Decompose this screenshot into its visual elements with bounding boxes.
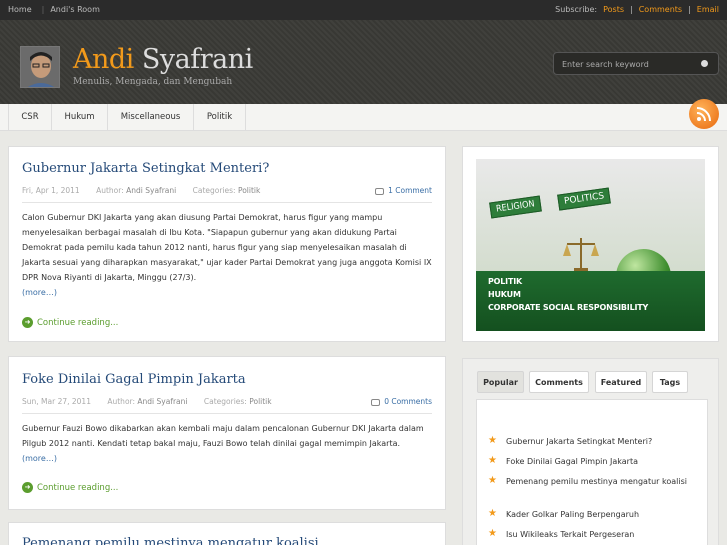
list-item-link[interactable]: Isu Wikileaks Terkait Pergeseran [488, 528, 698, 541]
subscribe-comments-link[interactable]: Comments [639, 5, 682, 14]
site-title-first: Andi [73, 44, 134, 75]
nav-separator: | [41, 5, 45, 14]
more-link[interactable]: (more…) [22, 454, 57, 463]
top-nav: Home | Andi's Room [8, 5, 114, 14]
post-comments-link[interactable]: 1 Comment [375, 186, 432, 195]
categories-label: Categories: [203, 397, 247, 406]
list-item-link[interactable]: Gubernur Jakarta Setingkat Menteri? [488, 435, 698, 448]
list-item-link[interactable]: Kader Golkar Paling Berpengaruh [488, 508, 698, 521]
more-link[interactable]: (more…) [22, 288, 57, 297]
site-tagline: Menulis, Mengada, dan Mengubah [73, 77, 233, 87]
nav-andis-room-link[interactable]: Andi's Room [50, 5, 106, 14]
continue-label: Continue reading... [37, 318, 119, 328]
author-label: Author: [107, 397, 136, 406]
scale-of-justice-icon [563, 238, 599, 271]
site-title[interactable]: Andi Syafrani [73, 44, 253, 75]
popular-posts-list: ★ Gubernur Jakarta Setingkat Menteri? ★ Fo… [476, 399, 708, 545]
banner-sign-religion: RELIGION [489, 195, 542, 219]
post-date: Fri, Apr 1, 2011 [22, 186, 80, 195]
banner-sign-politics: POLITICS [557, 187, 612, 211]
comment-icon [375, 187, 385, 195]
excerpt-text: Calon Gubernur DKI Jakarta yang akan diu… [22, 213, 432, 282]
nav-home-link[interactable]: Home [8, 5, 38, 14]
rss-icon[interactable] [689, 99, 719, 129]
list-item-link[interactable]: Foke Dinilai Gagal Pimpin Jakarta [488, 455, 698, 468]
search-input[interactable] [562, 58, 692, 70]
site-title-last: Syafrani [141, 44, 253, 75]
search-button-icon[interactable] [701, 60, 708, 67]
menu-item-politik[interactable]: Politik [194, 104, 246, 131]
list-item[interactable]: ★ Foke Dinilai Gagal Pimpin Jakarta [488, 455, 698, 468]
subscribe-posts-link[interactable]: Posts [603, 5, 624, 14]
list-item[interactable]: ★ Kader Golkar Paling Berpengaruh [488, 508, 698, 521]
separator: | [688, 5, 691, 14]
continue-reading-link[interactable]: ➜ Continue reading... [22, 317, 118, 328]
continue-label: Continue reading... [37, 483, 119, 493]
categories-label: Categories: [192, 186, 236, 195]
post-category[interactable]: Politik [249, 397, 271, 406]
tab-tags[interactable]: Tags [652, 371, 688, 393]
separator: | [630, 5, 633, 14]
star-icon: ★ [488, 508, 497, 519]
main-menu: CSR Hukum Miscellaneous Politik [0, 104, 727, 131]
post-category[interactable]: Politik [238, 186, 260, 195]
post-comments-link[interactable]: 0 Comments [371, 397, 432, 406]
sidebar-tabs-widget: Popular Comments Featured Tags ★ Gubernur… [462, 358, 719, 545]
list-item-link[interactable]: Pemenang pemilu mestinya mengatur koalis… [488, 475, 698, 488]
top-bar: Home | Andi's Room Subscribe: Posts | Co… [0, 0, 727, 20]
search-box [553, 52, 719, 75]
subscribe-links: Subscribe: Posts | Comments | Email [549, 5, 719, 14]
banner-line-politik: POLITIK [488, 277, 522, 286]
divider [22, 413, 432, 414]
post-card: Foke Dinilai Gagal Pimpin Jakarta Sun, M… [8, 356, 446, 510]
post-title[interactable]: Pemenang pemilu mestinya mengatur koalis… [22, 536, 319, 545]
comment-icon [371, 398, 381, 406]
banner-line-csr: CORPORATE SOCIAL RESPONSIBILITY [488, 303, 649, 312]
banner-image[interactable]: RELIGION POLITICS POLITIK HUKUM CORPORAT… [476, 159, 705, 331]
list-item[interactable]: ★ Gubernur Jakarta Setingkat Menteri? [488, 435, 698, 448]
subscribe-label: Subscribe: [555, 5, 598, 14]
avatar[interactable] [20, 46, 60, 88]
list-item[interactable]: ★ Pemenang pemilu mestinya mengatur koali… [488, 475, 698, 488]
post-card: Pemenang pemilu mestinya mengatur koalis… [8, 522, 446, 545]
post-excerpt: Calon Gubernur DKI Jakarta yang akan diu… [22, 210, 432, 300]
menu-item-miscellaneous[interactable]: Miscellaneous [108, 104, 194, 131]
post-date: Sun, Mar 27, 2011 [22, 397, 91, 406]
post-title[interactable]: Gubernur Jakarta Setingkat Menteri? [22, 161, 269, 176]
tab-comments[interactable]: Comments [529, 371, 589, 393]
menu-item-hukum[interactable]: Hukum [52, 104, 108, 131]
star-icon: ★ [488, 528, 497, 539]
menu-item-csr[interactable]: CSR [8, 104, 52, 131]
comments-count: 0 Comments [384, 397, 432, 406]
star-icon: ★ [488, 475, 497, 486]
post-meta: Sun, Mar 27, 2011 Author: Andi Syafrani … [22, 397, 272, 406]
post-meta: Fri, Apr 1, 2011 Author: Andi Syafrani C… [22, 186, 260, 195]
sidebar-banner-widget: RELIGION POLITICS POLITIK HUKUM CORPORAT… [462, 146, 719, 342]
list-item[interactable]: ★ Isu Wikileaks Terkait Pergeseran [488, 528, 698, 541]
divider [22, 202, 432, 203]
star-icon: ★ [488, 455, 497, 466]
post-card: Gubernur Jakarta Setingkat Menteri? Fri,… [8, 146, 446, 342]
arrow-right-icon: ➜ [22, 482, 33, 493]
post-excerpt: Gubernur Fauzi Bowo dikabarkan akan kemb… [22, 421, 432, 466]
star-icon: ★ [488, 435, 497, 446]
tab-featured[interactable]: Featured [595, 371, 647, 393]
banner-line-hukum: HUKUM [488, 290, 521, 299]
post-author[interactable]: Andi Syafrani [126, 186, 176, 195]
continue-reading-link[interactable]: ➜ Continue reading... [22, 482, 118, 493]
post-author[interactable]: Andi Syafrani [137, 397, 187, 406]
site-header: Andi Syafrani Menulis, Mengada, dan Meng… [0, 20, 727, 104]
subscribe-email-link[interactable]: Email [697, 5, 719, 14]
post-title[interactable]: Foke Dinilai Gagal Pimpin Jakarta [22, 372, 246, 387]
comments-count: 1 Comment [388, 186, 432, 195]
arrow-right-icon: ➜ [22, 317, 33, 328]
author-label: Author: [96, 186, 124, 195]
tab-popular[interactable]: Popular [477, 371, 524, 393]
excerpt-text: Gubernur Fauzi Bowo dikabarkan akan kemb… [22, 424, 424, 448]
